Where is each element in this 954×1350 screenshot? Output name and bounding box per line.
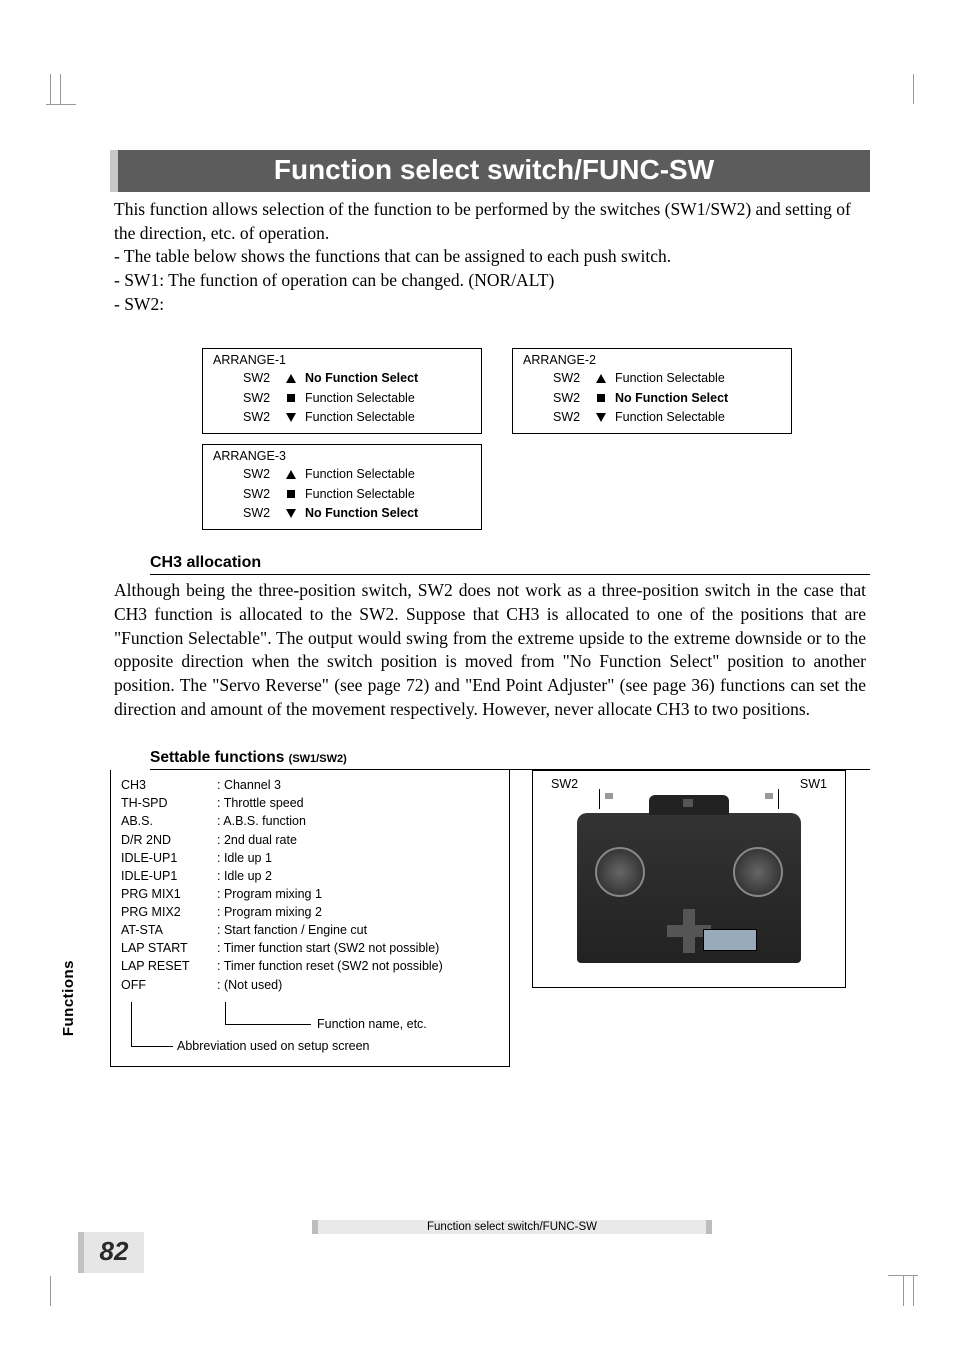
func-desc: : Start fanction / Engine cut [217, 921, 367, 939]
intro-line: - SW2: [114, 293, 866, 317]
func-desc: : Throttle speed [217, 794, 304, 812]
arrange-text: Function Selectable [305, 389, 415, 408]
intro-line: - The table below shows the functions th… [114, 245, 866, 269]
diagram-label-sw1: SW1 [800, 777, 827, 791]
legend-right: Function name, etc. [317, 1017, 427, 1031]
func-abbr: TH-SPD [121, 794, 217, 812]
triangle-up-icon [285, 470, 297, 479]
side-tab: Functions [60, 960, 77, 1036]
func-abbr: OFF [121, 976, 217, 994]
func-abbr: LAP RESET [121, 957, 217, 975]
func-abbr: CH3 [121, 776, 217, 794]
func-desc: : (Not used) [217, 976, 282, 994]
triangle-down-icon [285, 509, 297, 518]
func-desc: : A.B.S. function [217, 812, 306, 830]
settable-heading-main: Settable functions [150, 749, 284, 766]
func-abbr: PRG MIX2 [121, 903, 217, 921]
crop-mark [50, 1276, 51, 1306]
intro-line: This function allows selection of the fu… [114, 198, 866, 245]
radio-illustration [577, 813, 801, 963]
arrange-box-2: ARRANGE-2 SW2 Function Selectable SW2 No F… [512, 348, 792, 434]
triangle-down-icon [285, 413, 297, 422]
intro-text: This function allows selection of the fu… [110, 198, 870, 316]
arrange-text: No Function Select [305, 504, 418, 523]
legend: Function name, etc. Abbreviation used on… [121, 1004, 499, 1056]
intro-line: - SW1: The function of operation can be … [114, 269, 866, 293]
triangle-down-icon [595, 413, 607, 422]
sw-label: SW2 [243, 389, 277, 408]
func-abbr: IDLE-UP1 [121, 867, 217, 885]
arrange-text: No Function Select [615, 389, 728, 408]
sw-label: SW2 [243, 485, 277, 504]
func-abbr: D/R 2ND [121, 831, 217, 849]
arrange-title: ARRANGE-1 [213, 353, 471, 367]
square-icon [595, 394, 607, 402]
arrange-title: ARRANGE-2 [523, 353, 781, 367]
page-title: Function select switch/FUNC-SW [110, 150, 870, 192]
sw-label: SW2 [553, 408, 587, 427]
ch3-body: Although being the three-position switch… [110, 579, 870, 721]
func-desc: : 2nd dual rate [217, 831, 297, 849]
footer-label: Function select switch/FUNC-SW [312, 1220, 712, 1234]
func-abbr: AT-STA [121, 921, 217, 939]
ch3-heading: CH3 allocation [150, 554, 870, 575]
func-desc: : Program mixing 2 [217, 903, 322, 921]
arrange-text: No Function Select [305, 369, 418, 388]
square-icon [285, 490, 297, 498]
arrange-box-1: ARRANGE-1 SW2 No Function Select SW2 Funct… [202, 348, 482, 434]
sw-label: SW2 [243, 369, 277, 388]
sw-label: SW2 [553, 389, 587, 408]
page-number: 82 [78, 1232, 144, 1273]
arrange-text: Function Selectable [305, 408, 415, 427]
func-abbr: AB.S. [121, 812, 217, 830]
crop-mark [50, 74, 74, 104]
sw-label: SW2 [243, 408, 277, 427]
transmitter-diagram: SW2 SW1 [532, 770, 846, 988]
arrange-text: Function Selectable [615, 369, 725, 388]
settable-heading: Settable functions (SW1/SW2) [150, 749, 870, 770]
func-desc: : Timer function reset (SW2 not possible… [217, 957, 443, 975]
crop-mark [913, 74, 914, 104]
triangle-up-icon [285, 374, 297, 383]
sw-label: SW2 [243, 504, 277, 523]
func-desc: : Idle up 2 [217, 867, 272, 885]
arrange-box-3: ARRANGE-3 SW2 Function Selectable SW2 Func… [202, 444, 482, 530]
crop-mark [884, 1276, 914, 1306]
square-icon [285, 394, 297, 402]
func-desc: : Channel 3 [217, 776, 281, 794]
arrange-text: Function Selectable [305, 485, 415, 504]
func-desc: : Idle up 1 [217, 849, 272, 867]
arrange-title: ARRANGE-3 [213, 449, 471, 463]
func-desc: : Timer function start (SW2 not possible… [217, 939, 439, 957]
func-desc: : Program mixing 1 [217, 885, 322, 903]
sw-label: SW2 [243, 465, 277, 484]
arrange-text: Function Selectable [305, 465, 415, 484]
diagram-label-sw2: SW2 [551, 777, 578, 791]
legend-left: Abbreviation used on setup screen [177, 1039, 370, 1053]
arrange-text: Function Selectable [615, 408, 725, 427]
triangle-up-icon [595, 374, 607, 383]
func-abbr: IDLE-UP1 [121, 849, 217, 867]
func-abbr: PRG MIX1 [121, 885, 217, 903]
settable-functions-box: CH3: Channel 3 TH-SPD: Throttle speed AB… [110, 770, 510, 1067]
settable-heading-suffix: (SW1/SW2) [289, 753, 347, 765]
func-abbr: LAP START [121, 939, 217, 957]
sw-label: SW2 [553, 369, 587, 388]
